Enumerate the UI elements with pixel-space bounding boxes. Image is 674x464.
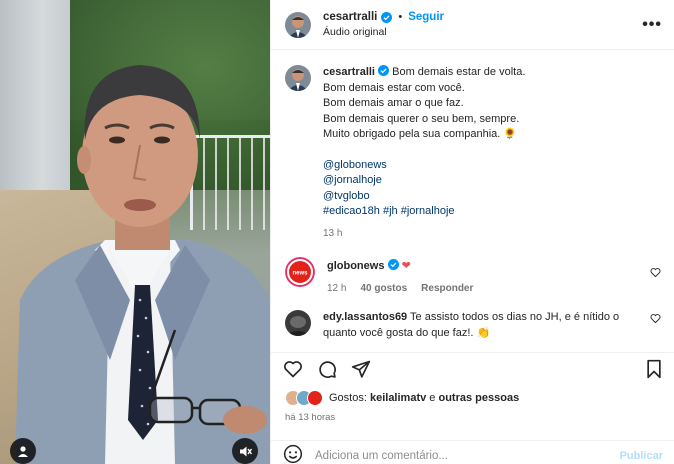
commenter-username[interactable]: edy.lassantos69 [323,311,407,323]
caption-author-avatar[interactable] [285,65,311,91]
comment-time[interactable]: 12 h [327,281,346,297]
original-audio-link[interactable]: Áudio original [323,26,642,38]
verified-badge-icon [378,65,390,76]
verified-badge-icon [381,11,393,23]
comment-bubble-icon[interactable] [317,359,337,379]
caption-line: Muito obrigado pela sua companhia. 🌻 [323,128,518,140]
comments-list[interactable]: cesartralli Bom demais estar de volta. B… [271,51,674,347]
likes-connector: e [429,392,436,404]
comment-text: ❤ [401,260,411,272]
post-action-bar [271,352,674,384]
caption-line: Bom demais querer o seu bem, sempre. [323,112,520,125]
add-comment-bar: Adiciona um comentário... Publicar [271,440,674,464]
comment-meta: 12 h 40 gostos Responder [327,281,650,297]
caption-meta: 13 h [323,226,661,242]
commenter-avatar[interactable]: news [285,257,315,287]
like-heart-icon[interactable] [283,359,303,379]
comment-item: news globonews ❤ 12 h 40 gostos Responde… [271,257,674,296]
comment-input[interactable]: Adiciona um comentário... [315,450,620,462]
hashtag-link[interactable]: #edicao18h [323,205,380,217]
liker-avatars [285,390,323,406]
emoji-icon[interactable] [283,444,303,464]
likes-prefix: Gostos: [329,392,367,404]
save-bookmark-icon[interactable] [645,359,663,379]
liker-avatar [307,390,323,406]
comment-item: edy.lassantos69 Te assisto todos os dias… [271,310,674,341]
liker-username[interactable]: keilalimatv [370,392,426,404]
reply-button[interactable]: Responder [421,281,473,297]
share-paper-plane-icon[interactable] [351,359,371,379]
commenter-avatar[interactable] [285,310,311,336]
comment-likes[interactable]: 40 gostos [360,281,407,297]
caption-line: Bom demais amar o que faz. [323,97,464,109]
more-options-icon[interactable]: ••• [642,16,662,34]
audio-muted-icon[interactable] [232,438,258,464]
comment-body: edy.lassantos69 Te assisto todos os dias… [323,310,650,341]
post-video[interactable] [0,0,270,464]
caption-line: Bom demais estar de volta. [392,66,526,78]
caption-body: cesartralli Bom demais estar de volta. B… [323,65,661,241]
hashtags: #edicao18h #jh #jornalhoje [323,204,661,220]
header-separator: • [398,11,403,23]
hashtag-link[interactable]: #jornalhoje [401,205,455,217]
like-comment-heart-icon[interactable] [650,267,661,278]
verified-badge-icon [387,259,399,270]
post-side-panel: cesartralli • Seguir Áudio original ••• … [270,0,674,464]
follow-button[interactable]: Seguir [408,11,444,23]
post-caption: cesartralli Bom demais estar de volta. B… [271,65,674,241]
other-likers-link[interactable]: outras pessoas [438,392,519,404]
post-header: cesartralli • Seguir Áudio original ••• [271,0,674,50]
mention-link[interactable]: @jornalhoje [323,173,661,189]
svg-text:news: news [292,271,308,277]
author-username[interactable]: cesartralli [323,11,377,23]
caption-time[interactable]: 13 h [323,226,342,242]
mention-link[interactable]: @tvglobo [323,189,661,205]
like-comment-heart-icon[interactable] [650,313,661,324]
publish-button[interactable]: Publicar [620,450,663,462]
presenter-figure [15,65,270,464]
tagged-user-icon[interactable] [10,438,36,464]
caption-username[interactable]: cesartralli [323,66,375,78]
post-age: há 13 horas [285,412,336,423]
likes-summary[interactable]: Gostos: keilalimatv e outras pessoas [285,390,519,406]
author-avatar[interactable] [285,11,311,38]
caption-line: Bom demais estar com você. [323,81,465,94]
hashtag-link[interactable]: #jh [383,205,398,217]
author-block: cesartralli • Seguir Áudio original [323,11,642,38]
instagram-post-dialog: cesartralli • Seguir Áudio original ••• … [0,0,674,464]
comment-body: globonews ❤ 12 h 40 gostos Responder [327,259,650,296]
commenter-username[interactable]: globonews [327,260,384,272]
mention-link[interactable]: @globonews [323,158,661,174]
